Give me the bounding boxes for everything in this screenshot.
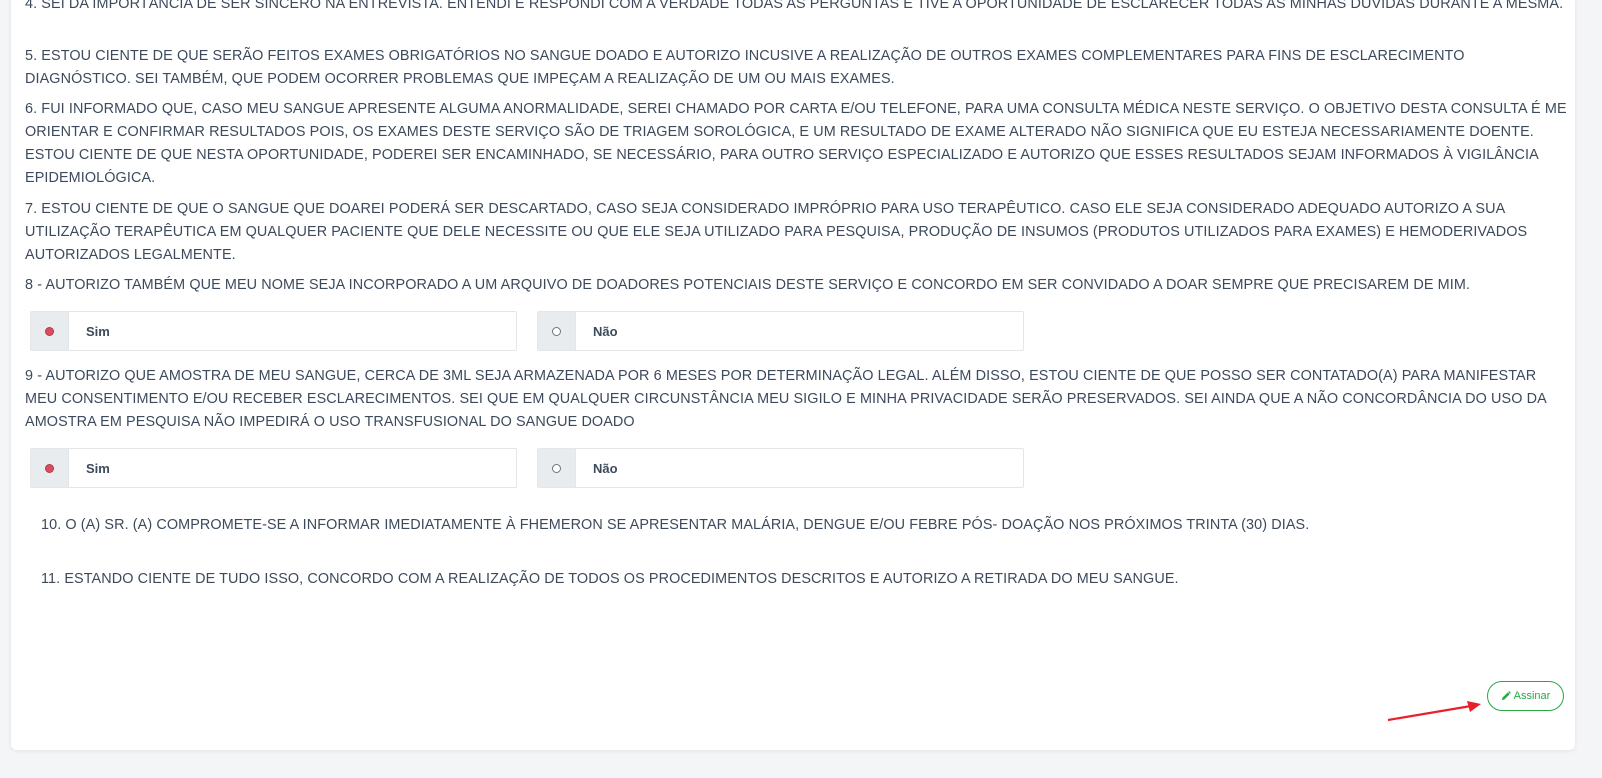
red-arrow-annotation	[1387, 701, 1481, 722]
q8-no-label: Não	[593, 323, 618, 339]
sign-button[interactable]: Assinar	[1487, 681, 1564, 711]
radio-unchecked-icon[interactable]	[552, 463, 561, 473]
term-item-7: 7. ESTOU CIENTE DE QUE O SANGUE QUE DOAR…	[25, 201, 1528, 263]
radio-checked-icon[interactable]	[45, 326, 54, 336]
radio-checked-icon[interactable]	[45, 463, 54, 473]
q9-yes-label: Sim	[86, 460, 110, 476]
sign-button-label: Assinar	[1513, 690, 1551, 702]
term-item-8: 8 - AUTORIZO TAMBÉM QUE MEU NOME SEJA IN…	[25, 277, 1471, 293]
term-item-6: 6. FUI INFORMADO QUE, CASO MEU SANGUE AP…	[25, 101, 1567, 186]
q9-option-yes[interactable]: Sim	[30, 448, 517, 488]
term-item-9: 9 - AUTORIZO QUE AMOSTRA DE MEU SANGUE, …	[25, 368, 1546, 430]
q8-option-yes[interactable]: Sim	[30, 311, 517, 351]
term-item-11: 11. ESTANDO CIENTE DE TUDO ISSO, CONCORD…	[41, 571, 1179, 587]
pencil-icon	[1501, 691, 1511, 700]
radio-unchecked-icon[interactable]	[552, 326, 561, 336]
q9-option-no[interactable]: Não	[537, 448, 1024, 488]
q8-yes-label: Sim	[86, 323, 110, 339]
q8-option-no[interactable]: Não	[537, 311, 1024, 351]
term-item-4: 4. SEI DA IMPORTÂNCIA DE SER SINCERO NA …	[25, 0, 1564, 12]
q9-no-label: Não	[593, 460, 618, 476]
term-item-10: 10. O (A) SR. (A) COMPROMETE-SE A INFORM…	[41, 517, 1310, 533]
term-item-5: 5. ESTOU CIENTE DE QUE SERÃO FEITOS EXAM…	[25, 48, 1465, 87]
